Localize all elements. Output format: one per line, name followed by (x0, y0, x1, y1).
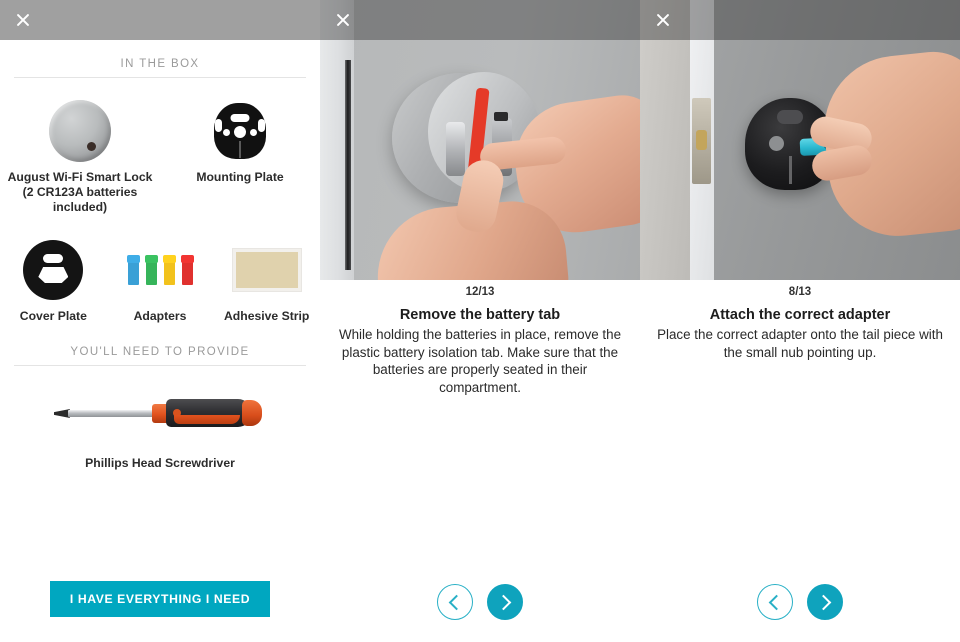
adapter-step-topbar (640, 0, 960, 40)
step-counter: 12/13 (465, 286, 495, 298)
item-cover-plate[interactable]: Cover Plate (0, 231, 107, 324)
item-screwdriver[interactable]: Phillips Head Screwdriver (0, 370, 320, 471)
chevron-right-icon (815, 594, 832, 610)
item-smart-lock-label: August Wi-Fi Smart Lock (2 CR123A batter… (7, 170, 153, 214)
chevron-left-icon (768, 594, 785, 610)
checklist-topbar (0, 0, 320, 40)
adapters-icon (107, 231, 214, 309)
chevron-right-icon (495, 594, 512, 610)
adapter-step-caption: 8/13 Attach the correct adapter Place th… (640, 280, 960, 361)
item-smart-lock[interactable]: August Wi-Fi Smart Lock (2 CR123A batter… (0, 92, 160, 215)
screwdriver-icon (0, 370, 320, 456)
step-counter: 8/13 (788, 286, 812, 298)
close-icon[interactable] (6, 3, 40, 37)
in-the-box-row-1: August Wi-Fi Smart Lock (2 CR123A batter… (0, 92, 320, 215)
battery-step-nav (320, 584, 640, 620)
panel-step-adapter: 8/13 Attach the correct adapter Place th… (640, 0, 960, 642)
adapter-swatch-3 (181, 255, 193, 285)
battery-step-photo (320, 0, 640, 280)
chevron-left-icon (448, 594, 465, 610)
prev-button[interactable] (437, 584, 473, 620)
battery-step-topbar (320, 0, 640, 40)
item-mounting-plate-label: Mounting Plate (196, 170, 284, 184)
mounting-plate-icon (160, 92, 320, 170)
adapter-swatch-1 (145, 255, 157, 285)
adhesive-strip-icon (213, 231, 320, 309)
smart-lock-icon (0, 92, 160, 170)
next-button[interactable] (807, 584, 843, 620)
step-title: Remove the battery tab (399, 307, 561, 323)
item-adhesive-strip[interactable]: Adhesive Strip (213, 231, 320, 324)
item-adhesive-strip-label: Adhesive Strip (224, 309, 310, 323)
adapter-swatch-0 (127, 255, 139, 285)
cover-plate-icon (0, 231, 107, 309)
item-mounting-plate[interactable]: Mounting Plate (160, 92, 320, 215)
in-the-box-divider (14, 77, 306, 78)
in-the-box-heading: IN THE BOX (120, 58, 200, 70)
prev-button[interactable] (757, 584, 793, 620)
step-description: While holding the batteries in place, re… (338, 327, 622, 395)
close-icon[interactable] (646, 3, 680, 37)
step-title: Attach the correct adapter (709, 307, 891, 323)
battery-step-caption: 12/13 Remove the battery tab While holdi… (320, 280, 640, 396)
adapter-step-nav (640, 584, 960, 620)
next-button[interactable] (487, 584, 523, 620)
item-adapters[interactable]: Adapters (107, 231, 214, 324)
adapter-step-photo (640, 0, 960, 280)
provide-heading: YOU'LL NEED TO PROVIDE (70, 346, 250, 358)
panel-checklist: IN THE BOX August Wi-Fi Smart Lock (2 CR… (0, 0, 320, 642)
have-everything-button[interactable]: I HAVE EVERYTHING I NEED (50, 581, 270, 617)
item-screwdriver-label: Phillips Head Screwdriver (85, 456, 235, 470)
item-cover-plate-label: Cover Plate (19, 309, 87, 323)
provide-divider (14, 365, 306, 366)
checklist-body: IN THE BOX August Wi-Fi Smart Lock (2 CR… (0, 40, 320, 642)
close-icon[interactable] (326, 3, 360, 37)
step-description: Place the correct adapter onto the tail … (657, 327, 943, 360)
in-the-box-row-2: Cover Plate Adapters Adhesive Strip (0, 231, 320, 324)
panel-step-battery: 12/13 Remove the battery tab While holdi… (320, 0, 640, 642)
adapter-swatch-2 (163, 255, 175, 285)
item-adapters-label: Adapters (133, 309, 187, 323)
app-screen: IN THE BOX August Wi-Fi Smart Lock (2 CR… (0, 0, 960, 642)
